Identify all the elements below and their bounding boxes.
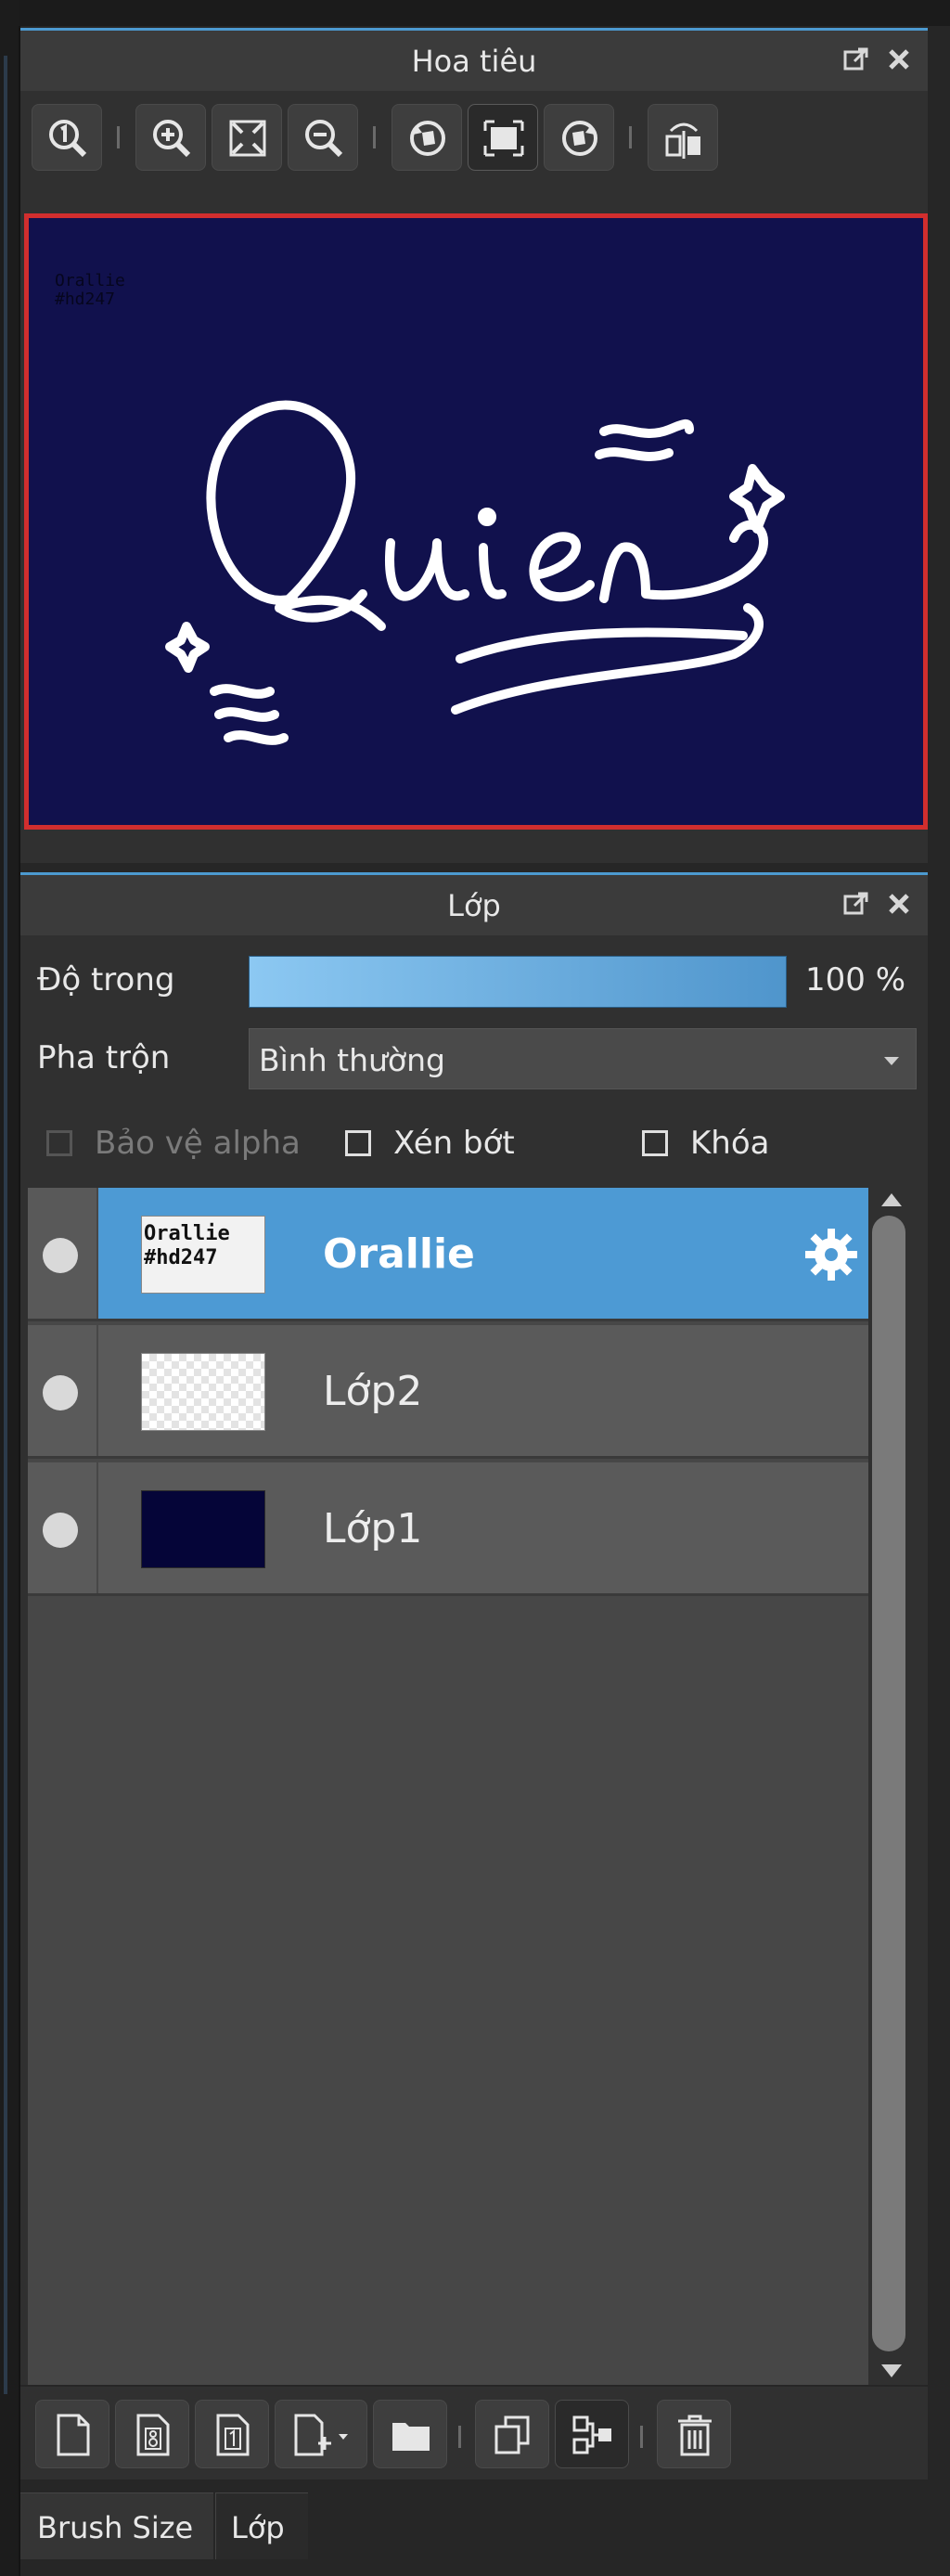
left-dock-strip	[0, 0, 20, 2576]
thumb-text-line2: #hd247	[144, 1246, 218, 1269]
zoom-actual-button[interactable]	[32, 104, 102, 171]
layer-row-lop2[interactable]: Lớp2	[28, 1325, 868, 1459]
dock-tabs: Brush Size Lớp	[20, 2487, 928, 2576]
add-layer-menu-icon	[294, 2414, 348, 2456]
blend-mode-value: Bình thường	[259, 1042, 445, 1078]
lock-label: Khóa	[690, 1125, 770, 1162]
blend-mode-select[interactable]: Bình thường	[249, 1028, 917, 1089]
visibility-toggle[interactable]	[28, 1462, 98, 1593]
tab-brush-size[interactable]: Brush Size	[20, 2492, 213, 2559]
rotate-left-icon	[410, 121, 445, 156]
toolbar-separator	[117, 126, 120, 148]
toolbar-separator	[373, 126, 376, 148]
lock-checkbox[interactable]	[642, 1130, 668, 1156]
fit-rotation-icon	[483, 120, 524, 157]
visibility-dot-icon	[43, 1513, 78, 1548]
new-folder-icon	[392, 2423, 430, 2451]
layer-thumbnail	[141, 1353, 265, 1431]
layers-title: Lớp	[447, 888, 501, 923]
layer-name: Lớp2	[323, 1368, 423, 1415]
visibility-dot-icon	[43, 1375, 78, 1410]
layer-thumbnail	[141, 1490, 265, 1568]
fit-rotation-button[interactable]	[468, 104, 538, 171]
rotate-right-icon	[562, 121, 597, 156]
detach-icon[interactable]	[841, 888, 872, 920]
toolbar-separator	[640, 2426, 643, 2448]
layer-name: Orallie	[323, 1230, 475, 1278]
navigator-toolbar	[20, 93, 928, 178]
layer-bottom-toolbar	[20, 2387, 928, 2479]
flip-horizontal-button[interactable]	[648, 104, 718, 171]
flip-horizontal-icon	[665, 122, 700, 159]
canvas-preview: Orallie #hd247	[24, 213, 928, 830]
navigator-panel: Hoa tiêu Orallie #hd247	[20, 28, 928, 863]
navigator-header: Hoa tiêu	[20, 28, 928, 91]
scroll-down-icon[interactable]	[881, 2364, 902, 2377]
close-icon[interactable]	[883, 44, 915, 75]
gear-icon[interactable]	[802, 1225, 861, 1284]
new-folder-button[interactable]	[373, 2400, 447, 2468]
new-1bit-layer-button[interactable]	[195, 2400, 269, 2468]
navigator-preview[interactable]: Orallie #hd247	[22, 210, 928, 835]
zoom-in-button[interactable]	[135, 104, 206, 171]
fit-screen-button[interactable]	[212, 104, 282, 171]
new-8bit-layer-button[interactable]	[115, 2400, 189, 2468]
toolbar-separator	[629, 126, 632, 148]
rotate-left-button[interactable]	[392, 104, 462, 171]
layer-row-orallie[interactable]: Orallie #hd247 Orallie	[28, 1188, 868, 1321]
protect-alpha-checkbox[interactable]	[46, 1130, 72, 1156]
new-8bit-layer-icon	[136, 2414, 170, 2456]
zoom-actual-icon	[49, 120, 87, 158]
layer-row-lop1[interactable]: Lớp1	[28, 1462, 868, 1596]
clipping-checkbox[interactable]	[345, 1130, 371, 1156]
merge-down-icon	[572, 2415, 611, 2454]
tab-layers[interactable]: Lớp	[215, 2492, 308, 2559]
layers-header: Lớp	[20, 872, 928, 935]
delete-layer-button[interactable]	[657, 2400, 731, 2468]
opacity-slider[interactable]	[249, 956, 787, 1008]
rotate-right-button[interactable]	[544, 104, 614, 171]
visibility-dot-icon	[43, 1238, 78, 1273]
opacity-label: Độ trong	[37, 961, 175, 998]
detach-icon[interactable]	[841, 44, 872, 75]
add-layer-menu-button[interactable]	[275, 2400, 367, 2468]
thumb-text-line1: Orallie	[144, 1222, 230, 1245]
chevron-down-icon	[884, 1057, 899, 1065]
toolbar-separator	[458, 2426, 461, 2448]
layer-name: Lớp1	[323, 1505, 423, 1552]
dock-accent	[4, 56, 7, 2394]
navigator-title: Hoa tiêu	[411, 44, 537, 79]
new-1bit-layer-icon	[216, 2414, 250, 2456]
opacity-value: 100 %	[805, 961, 906, 998]
layer-scrollbar-thumb[interactable]	[872, 1216, 905, 2351]
protect-alpha-label: Bảo vệ alpha	[95, 1125, 301, 1162]
top-bar	[19, 0, 950, 26]
artwork-lettering	[165, 400, 785, 745]
blend-mode-label: Pha trộn	[37, 1039, 171, 1076]
duplicate-layer-icon	[494, 2415, 530, 2454]
zoom-out-icon	[305, 120, 343, 158]
visibility-toggle[interactable]	[28, 1188, 98, 1319]
scroll-up-icon[interactable]	[881, 1193, 902, 1206]
fit-screen-icon	[229, 120, 266, 157]
zoom-out-button[interactable]	[288, 104, 358, 171]
close-icon[interactable]	[883, 888, 915, 920]
merge-down-button[interactable]	[555, 2400, 629, 2468]
zoom-in-icon	[153, 120, 191, 158]
duplicate-layer-button[interactable]	[475, 2400, 549, 2468]
layer-thumbnail: Orallie #hd247	[141, 1216, 265, 1294]
new-layer-button[interactable]	[35, 2400, 109, 2468]
new-layer-icon	[57, 2414, 90, 2456]
visibility-toggle[interactable]	[28, 1325, 98, 1456]
delete-layer-icon	[678, 2415, 712, 2456]
clipping-label: Xén bớt	[393, 1125, 515, 1162]
